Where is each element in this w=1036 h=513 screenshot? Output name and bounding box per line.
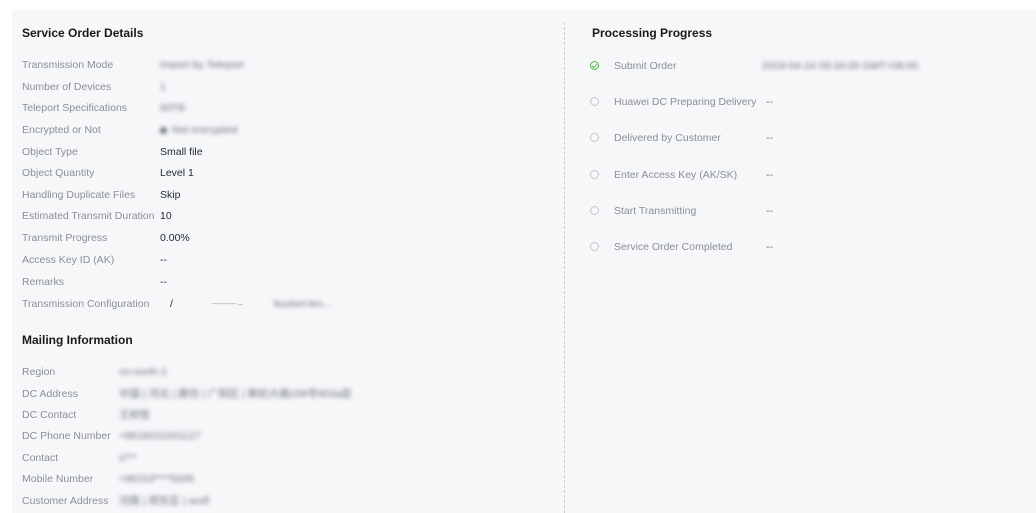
mailing-label: DC Address [22, 388, 79, 400]
mailing-row-contact: Contact s*** [22, 448, 562, 468]
pending-circle-icon [590, 170, 599, 179]
pending-circle-icon [590, 97, 599, 106]
mailing-row-dc-contact: DC Contact 王树哲 [22, 405, 562, 425]
detail-value: 1 [160, 81, 166, 93]
step-label: Enter Access Key (AK/SK) [614, 169, 738, 181]
step-time: -- [766, 241, 773, 253]
detail-label: Estimated Transmit Duration [22, 210, 155, 222]
mailing-value: s*** [119, 452, 137, 464]
status-dot-icon [160, 126, 167, 134]
detail-row-encrypted: Encrypted or Not Not encrypted [22, 120, 562, 140]
detail-value: Import by Teleport [160, 59, 244, 71]
mailing-row-dc-phone: DC Phone Number +8618221041127 [22, 426, 562, 446]
step-label: Delivered by Customer [614, 132, 721, 144]
step-label: Submit Order [614, 60, 677, 72]
detail-value: 0.00% [160, 232, 190, 244]
detail-value: 10 [160, 210, 172, 222]
detail-label: Number of Devices [22, 81, 112, 93]
arrow-right-icon: ---------→ [212, 299, 244, 308]
pending-circle-icon [590, 133, 599, 142]
detail-label: Transmit Progress [22, 232, 108, 244]
mailing-row-customer-address: Customer Address 河南 | 郑东区 | andf [22, 491, 562, 511]
pending-circle-icon [590, 206, 599, 215]
detail-row-transmission-configuration: Transmission Configuration / ---------→ … [22, 294, 562, 314]
progress-step-start-transmitting: Start Transmitting -- [590, 201, 1022, 221]
pending-circle-icon [590, 242, 599, 251]
detail-row-duplicate-files: Handling Duplicate Files Skip [22, 185, 562, 205]
detail-row-estimated-duration: Estimated Transmit Duration 10 [22, 206, 562, 226]
mailing-label: DC Contact [22, 409, 77, 421]
order-panel: Service Order Details Transmission Mode … [12, 10, 1036, 513]
detail-value: Skip [160, 189, 181, 201]
mailing-value: cn-north-1 [119, 366, 167, 378]
detail-label: Access Key ID (AK) [22, 254, 115, 266]
detail-label: Handling Duplicate Files [22, 189, 136, 201]
detail-value: / [170, 298, 173, 310]
step-label: Huawei DC Preparing Delivery [614, 96, 757, 108]
encryption-status: Not encrypted [160, 120, 237, 140]
detail-row-object-type: Object Type Small file [22, 142, 562, 162]
detail-label: Remarks [22, 276, 65, 288]
detail-value: 60TB [160, 102, 186, 114]
mailing-value: 王树哲 [119, 409, 151, 421]
section-divider [564, 22, 565, 513]
mailing-label: Region [22, 366, 56, 378]
detail-value: Level 1 [160, 167, 194, 179]
progress-step-enter-access-key: Enter Access Key (AK/SK) -- [590, 165, 1022, 185]
check-circle-icon [590, 61, 599, 70]
step-label: Service Order Completed [614, 241, 733, 253]
detail-label: Object Type [22, 146, 78, 158]
progress-step-submit-order: Submit Order 2019-04-24 09:34:00 GMT+08:… [590, 56, 1022, 76]
mailing-label: Customer Address [22, 495, 109, 507]
progress-step-completed: Service Order Completed -- [590, 237, 1022, 257]
detail-row-transmit-progress: Transmit Progress 0.00% [22, 228, 562, 248]
detail-label: Teleport Specifications [22, 102, 128, 114]
mailing-row-region: Region cn-north-1 [22, 362, 562, 382]
step-label: Start Transmitting [614, 205, 697, 217]
step-time: -- [766, 132, 773, 144]
mailing-label: Contact [22, 452, 59, 464]
service-order-title: Service Order Details [22, 26, 144, 40]
bucket-name: bucket-leo... [274, 298, 332, 310]
progress-step-dc-preparing: Huawei DC Preparing Delivery -- [590, 92, 1022, 112]
step-time: -- [766, 169, 773, 181]
step-time: -- [766, 96, 773, 108]
mailing-value: +86153****5506 [119, 473, 195, 485]
mailing-value: +8618221041127 [119, 430, 201, 442]
detail-row-number-of-devices: Number of Devices 1 [22, 77, 562, 97]
detail-label: Object Quantity [22, 167, 95, 179]
detail-label: Encrypted or Not [22, 124, 101, 136]
detail-value: -- [160, 276, 167, 288]
detail-value: -- [160, 254, 167, 266]
detail-row-remarks: Remarks -- [22, 272, 562, 292]
mailing-label: DC Phone Number [22, 430, 111, 442]
mailing-title: Mailing Information [22, 333, 133, 347]
progress-title: Processing Progress [592, 26, 713, 40]
detail-row-transmission-mode: Transmission Mode Import by Teleport [22, 55, 562, 75]
mailing-row-dc-address: DC Address 中国 | 河北 | 廊坊 | 广阳区 | 枫杞大路208号… [22, 384, 562, 404]
detail-row-teleport-specifications: Teleport Specifications 60TB [22, 98, 562, 118]
mailing-value: 中国 | 河北 | 廊坊 | 广阳区 | 枫杞大路208号903a层 [119, 388, 352, 400]
step-time: 2019-04-24 09:34:00 GMT+08:00 [762, 60, 919, 72]
detail-value: Not encrypted [172, 124, 238, 136]
detail-row-object-quantity: Object Quantity Level 1 [22, 163, 562, 183]
detail-row-access-key: Access Key ID (AK) -- [22, 250, 562, 270]
mailing-row-mobile: Mobile Number +86153****5506 [22, 469, 562, 489]
progress-step-delivered: Delivered by Customer -- [590, 128, 1022, 148]
detail-value: Small file [160, 146, 203, 158]
detail-label: Transmission Mode [22, 59, 114, 71]
mailing-label: Mobile Number [22, 473, 94, 485]
detail-label: Transmission Configuration [22, 298, 150, 310]
mailing-value: 河南 | 郑东区 | andf [119, 495, 210, 507]
step-time: -- [766, 205, 773, 217]
